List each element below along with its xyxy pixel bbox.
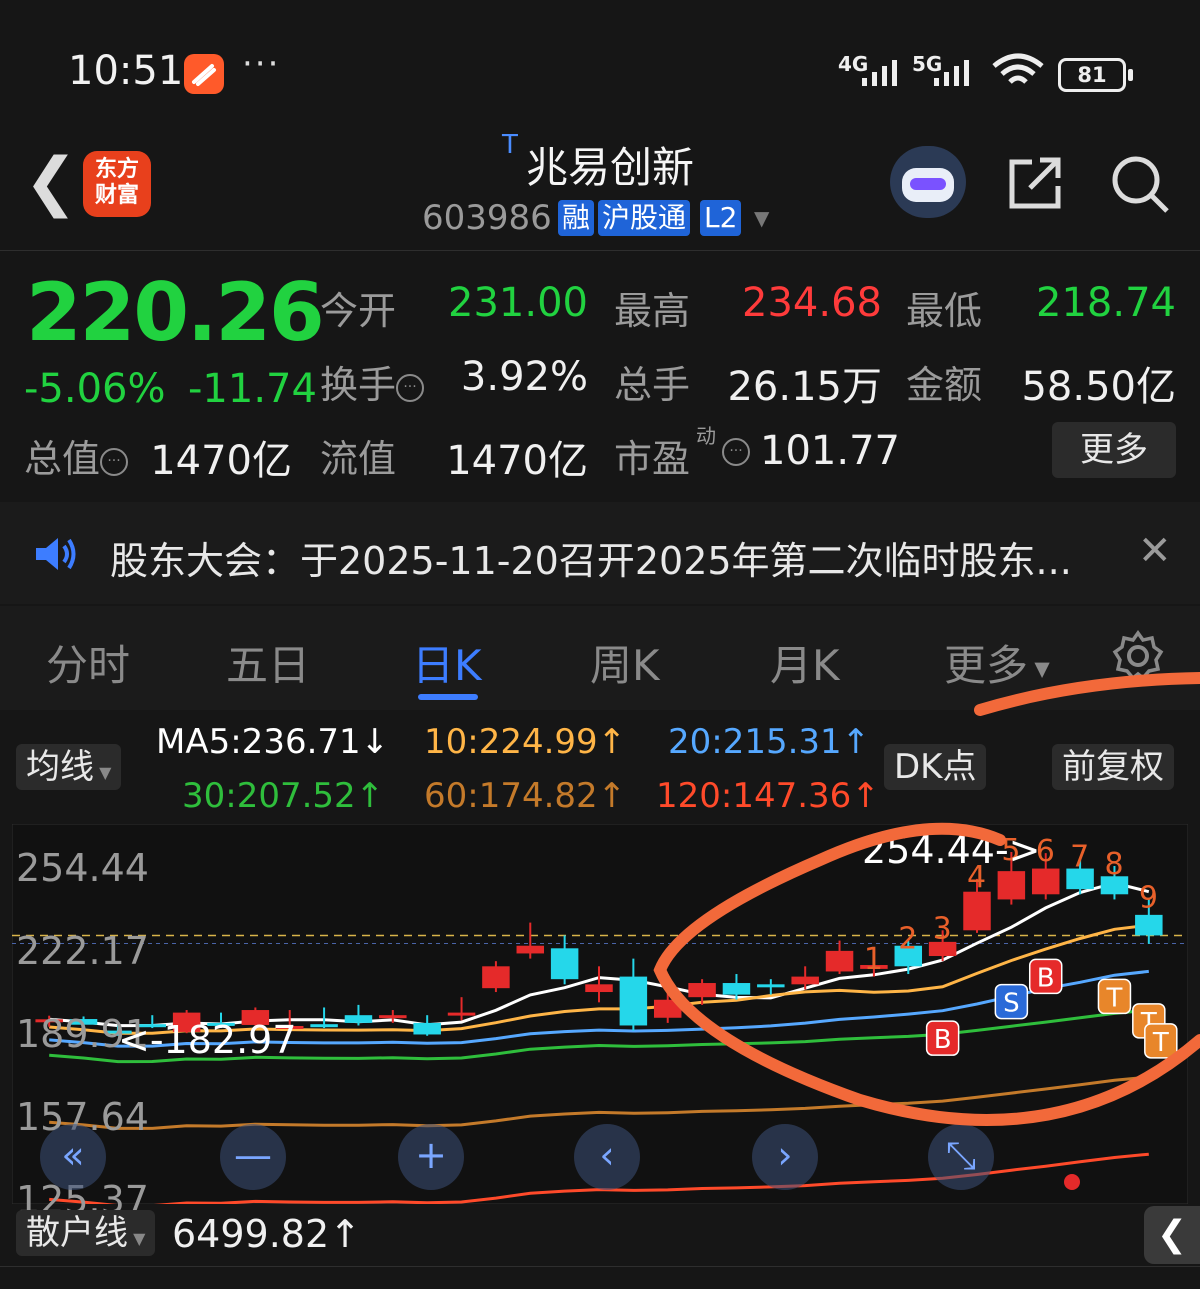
divider	[0, 250, 1200, 251]
tag-connect[interactable]: 沪股通	[598, 200, 691, 236]
divider	[0, 1266, 1200, 1267]
app-logo[interactable]: 东方 财富	[83, 151, 151, 217]
volume-label: 总手	[614, 363, 691, 407]
signal-icon-2	[934, 60, 969, 86]
amount-value: 58.50亿	[1021, 364, 1176, 410]
turnover-label: 换手 ···	[320, 354, 425, 409]
volume-value: 26.15万	[727, 364, 882, 410]
pe-dynamic-sup: 动	[696, 424, 716, 448]
speaker-icon	[36, 538, 76, 570]
info-icon[interactable]: ···	[100, 447, 129, 476]
more-notifications-icon: ···	[242, 44, 281, 84]
status-bar: 10:51 ··· 4G 5G 81	[0, 0, 1200, 130]
open-label: 今开	[320, 289, 397, 333]
signal-icon	[862, 60, 897, 86]
info-icon[interactable]: ···	[722, 438, 750, 466]
stock-name[interactable]: 兆易创新	[526, 134, 694, 195]
mktcap-label: 总值 ···	[24, 428, 129, 483]
pe-value: 101.77	[760, 428, 900, 474]
float-label: 流值	[320, 437, 397, 481]
indicator-selector[interactable]: 散户线 ▼	[16, 1210, 156, 1256]
notice-text[interactable]: 股东大会：于2025-11-20召开2025年第二次临时股东...	[110, 530, 1072, 585]
search-icon[interactable]	[1110, 154, 1170, 214]
battery-icon: 81	[1058, 58, 1133, 92]
t-badge: T	[502, 130, 518, 160]
last-price: 220.26	[26, 266, 325, 359]
assistant-robot-icon[interactable]	[890, 146, 966, 218]
change-amount: -11.74	[188, 366, 317, 412]
high-value: 234.68	[742, 280, 882, 326]
share-icon[interactable]	[1008, 156, 1064, 210]
info-icon[interactable]: ···	[396, 373, 425, 402]
open-value: 231.00	[448, 280, 588, 326]
pe-label: 市盈	[614, 437, 691, 481]
indicator-value: 6499.82↑	[172, 1212, 361, 1256]
tag-margin[interactable]: 融	[558, 200, 595, 236]
amount-label: 金额	[906, 363, 983, 407]
notification-app-icon	[184, 54, 224, 94]
tag-l2[interactable]: L2	[700, 200, 742, 236]
change-percent: -5.06%	[24, 366, 166, 412]
high-label: 最高	[614, 289, 691, 333]
turnover-value: 3.92%	[460, 354, 588, 400]
back-icon[interactable]: ❮	[24, 150, 78, 214]
more-button[interactable]: 更多	[1052, 422, 1176, 478]
close-icon[interactable]: ✕	[1138, 528, 1172, 574]
collapse-panel-icon[interactable]: ❮	[1144, 1206, 1200, 1264]
app-logo-text: 东方 财富	[94, 157, 139, 208]
hand-drawn-circle	[653, 672, 1200, 1126]
float-value: 1470亿	[446, 438, 588, 484]
mktcap-value: 1470亿	[150, 438, 292, 484]
live-dot	[1064, 1174, 1080, 1190]
low-value: 218.74	[1036, 280, 1176, 326]
low-label: 最低	[906, 289, 983, 333]
wifi-icon	[992, 53, 1044, 84]
clock: 10:51	[68, 48, 184, 94]
chevron-down-icon[interactable]: ▼	[754, 206, 769, 230]
stock-code: 603986	[422, 198, 552, 238]
